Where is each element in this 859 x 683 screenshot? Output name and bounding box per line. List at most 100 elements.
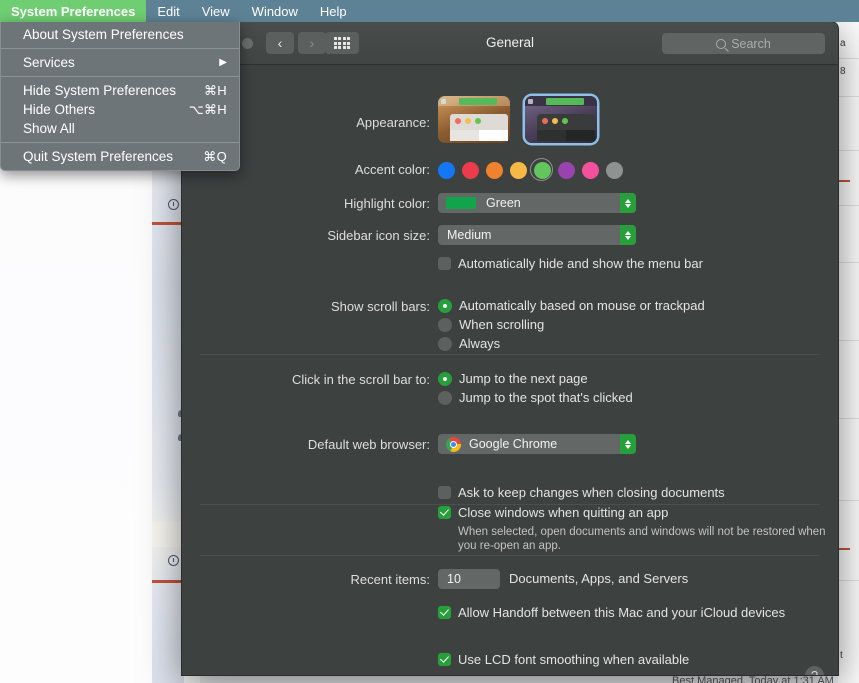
show-scroll-bars-option-1[interactable]: When scrolling	[438, 317, 838, 332]
click-scroll-bar-option-0[interactable]: Jump to the next page	[438, 371, 838, 386]
appearance-option-light[interactable]	[438, 96, 510, 143]
accent-swatch-red[interactable]	[462, 162, 479, 179]
background-divider	[838, 262, 859, 263]
menu-item-about-system-preferences[interactable]: About System Preferences	[1, 25, 239, 44]
highlight-color-label: Highlight color:	[344, 196, 430, 211]
appearance-option-dark[interactable]	[525, 96, 597, 143]
close-windows-checkbox[interactable]	[438, 505, 451, 519]
show-scroll-bars-label-1: When scrolling	[459, 317, 545, 332]
background-divider	[838, 58, 859, 59]
highlight-color-controls: Green	[438, 193, 838, 214]
highlight-color-value: Green	[486, 196, 521, 210]
background-text-fragment: t	[840, 650, 843, 661]
menu-item-shortcut: ⌥⌘H	[188, 101, 227, 117]
recent-items-stepper[interactable]: 10	[438, 568, 500, 589]
ask-keep-changes-row[interactable]: Ask to keep changes when closing documen…	[438, 485, 838, 500]
background-red-line	[838, 548, 850, 550]
clock-icon	[168, 199, 179, 210]
system-preferences-menu: About System Preferences Services ▶ Hide Sy…	[0, 22, 240, 171]
show-scroll-bars-radio-2[interactable]	[438, 336, 452, 351]
accent-swatch-pink[interactable]	[582, 162, 599, 179]
accent-swatch-purple[interactable]	[558, 162, 575, 179]
accent-swatch-orange[interactable]	[486, 162, 503, 179]
thumbnail-highlight-bar	[459, 98, 497, 105]
background-divider	[838, 96, 859, 97]
row-lcd-smoothing: Use LCD font smoothing when available	[182, 652, 838, 672]
autohide-menubar-label: Automatically hide and show the menu bar	[458, 256, 703, 271]
background-right-window	[838, 22, 859, 683]
menu-item-shortcut: ⌘Q	[203, 148, 227, 164]
row-show-scroll-bars: Show scroll bars: Automatically based on…	[182, 298, 838, 355]
highlight-color-dropdown[interactable]: Green	[438, 193, 636, 213]
menubar-item-view[interactable]: View	[191, 0, 241, 22]
default-browser-controls: Google Chrome	[438, 434, 838, 457]
clock-icon	[168, 555, 179, 566]
row-accent-color: Accent color:	[182, 158, 838, 181]
click-scroll-bar-option-1[interactable]: Jump to the spot that's clicked	[438, 390, 838, 405]
menu-item-label: About System Preferences	[23, 27, 184, 42]
chevron-up-icon	[625, 439, 631, 444]
sidebar-icon-size-dropdown[interactable]: Medium	[438, 225, 636, 245]
ask-keep-changes-checkbox[interactable]	[438, 485, 451, 499]
click-scroll-bar-radio-1[interactable]	[438, 390, 452, 405]
menu-item-label: Services	[23, 55, 75, 70]
menu-item-hide-others[interactable]: Hide Others ⌥⌘H	[1, 100, 239, 119]
click-scroll-bar-radio-0[interactable]	[438, 371, 452, 386]
menu-item-quit-system-preferences[interactable]: Quit System Preferences ⌘Q	[1, 147, 239, 166]
system-preferences-window: ‹ › General Search Appearance: Accent co…	[182, 22, 838, 675]
recent-items-controls: 10 Documents, Apps, and Servers	[438, 568, 838, 589]
default-browser-label: Default web browser:	[307, 437, 430, 452]
background-red-line	[838, 180, 850, 182]
menu-item-show-all[interactable]: Show All	[1, 119, 239, 138]
chevron-down-icon	[625, 203, 631, 208]
handoff-row[interactable]: Allow Handoff between this Mac and your …	[438, 605, 838, 620]
menubar-item-window[interactable]: Window	[241, 0, 309, 22]
show-scroll-bars-radio-1[interactable]	[438, 317, 452, 332]
autohide-menubar-row[interactable]: Automatically hide and show the menu bar	[438, 256, 838, 271]
accent-swatch-yellow[interactable]	[510, 162, 527, 179]
click-scroll-bar-label-0: Jump to the next page	[459, 371, 588, 386]
show-scroll-bars-option-2[interactable]: Always	[438, 336, 838, 351]
menu-item-hide-system-preferences[interactable]: Hide System Preferences ⌘H	[1, 81, 239, 100]
menubar-item-edit[interactable]: Edit	[146, 0, 190, 22]
general-pane-content: Appearance: Accent color: Highlight colo…	[182, 96, 838, 675]
show-scroll-bars-label-0: Automatically based on mouse or trackpad	[459, 298, 705, 313]
highlight-color-stepper[interactable]	[620, 193, 636, 213]
show-scroll-bars-option-0[interactable]: Automatically based on mouse or trackpad	[438, 298, 838, 313]
show-scroll-bars-radio-0[interactable]	[438, 298, 452, 313]
accent-swatch-green[interactable]	[530, 158, 553, 181]
background-divider	[838, 580, 859, 581]
handoff-label: Allow Handoff between this Mac and your …	[458, 604, 786, 620]
search-icon	[716, 38, 727, 49]
accent-swatch-blue[interactable]	[438, 162, 455, 179]
menubar-item-help[interactable]: Help	[309, 0, 358, 22]
background-text-fragment: 8	[840, 66, 846, 77]
autohide-menubar-checkbox[interactable]	[438, 257, 451, 270]
click-scroll-bar-label: Click in the scroll bar to:	[292, 372, 430, 387]
background-divider	[838, 150, 859, 151]
lcd-smoothing-label: Use LCD font smoothing when available	[458, 651, 690, 667]
menu-item-label: Show All	[23, 121, 75, 136]
sidebar-icon-size-stepper[interactable]	[620, 225, 636, 245]
accent-swatch-graphite[interactable]	[606, 162, 623, 179]
handoff-checkbox[interactable]	[438, 605, 451, 619]
lcd-smoothing-row[interactable]: Use LCD font smoothing when available	[438, 652, 838, 667]
row-document-options: Ask to keep changes when closing documen…	[182, 485, 838, 553]
accent-color-controls	[438, 158, 838, 181]
recent-items-label: Recent items:	[350, 571, 430, 587]
search-input[interactable]: Search	[662, 33, 825, 54]
default-browser-dropdown[interactable]: Google Chrome	[438, 434, 636, 454]
menu-item-services[interactable]: Services ▶	[1, 53, 239, 72]
recent-items-suffix: Documents, Apps, and Servers	[509, 571, 689, 586]
section-divider	[200, 555, 820, 556]
thumbnail-traffic-lights	[542, 118, 568, 124]
menu-item-shortcut: ⌘H	[204, 82, 227, 98]
thumbnail-highlight-bar	[546, 98, 584, 105]
background-bottom-text: Best Managed, Today at 1:31 AM	[672, 675, 834, 683]
background-text-fragment: a	[840, 38, 846, 49]
chevron-up-icon	[625, 230, 631, 235]
menubar-item-system-preferences[interactable]: System Preferences	[0, 0, 147, 22]
default-browser-stepper[interactable]	[620, 434, 636, 454]
close-windows-row[interactable]: Close windows when quitting an app	[438, 505, 838, 520]
lcd-smoothing-checkbox[interactable]	[438, 652, 451, 666]
